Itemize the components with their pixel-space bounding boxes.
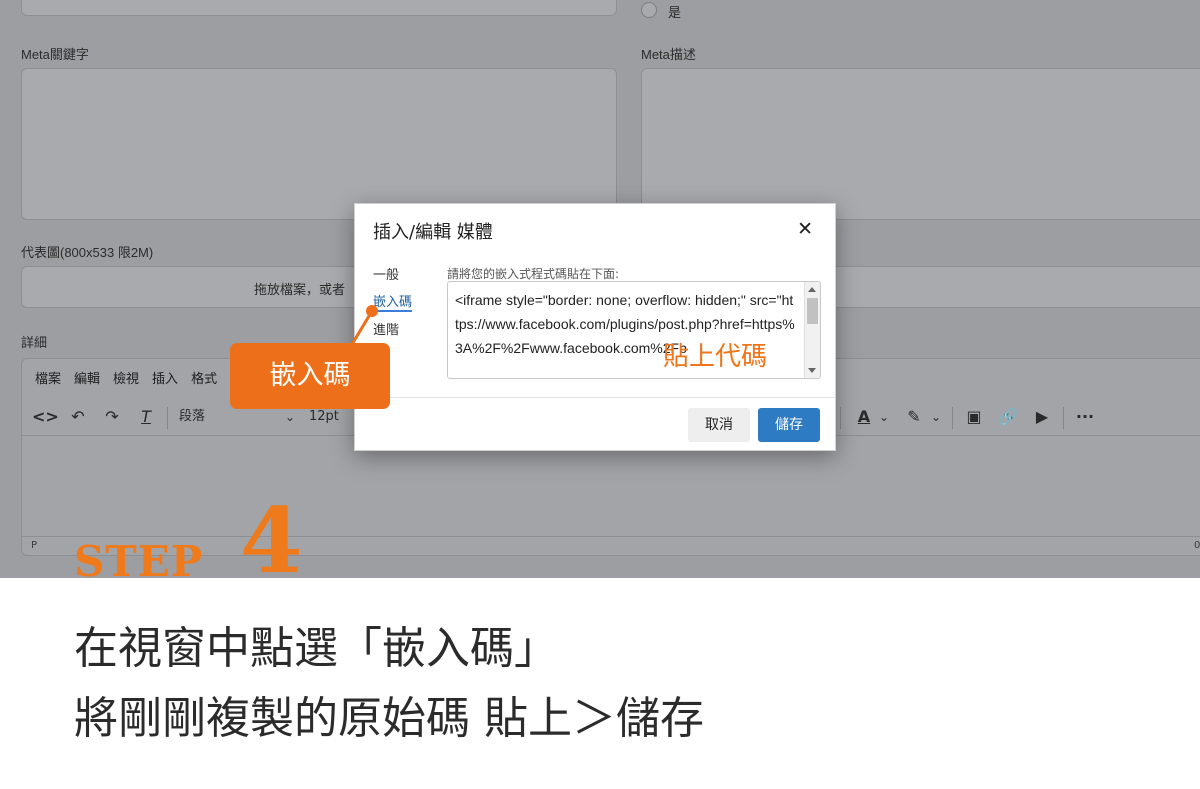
step-number: 4 — [240, 488, 303, 594]
caption-line-1: 在視窗中點選「嵌入碼」 — [74, 623, 558, 674]
step-word: STEP — [74, 537, 204, 586]
caption-line-2: 將剛剛複製的原始碼 貼上＞儲存 — [74, 693, 704, 744]
embed-code-callout: 嵌入碼 — [230, 343, 390, 409]
callout-pointer-line — [349, 310, 374, 347]
callout-pointer-dot — [366, 305, 378, 317]
